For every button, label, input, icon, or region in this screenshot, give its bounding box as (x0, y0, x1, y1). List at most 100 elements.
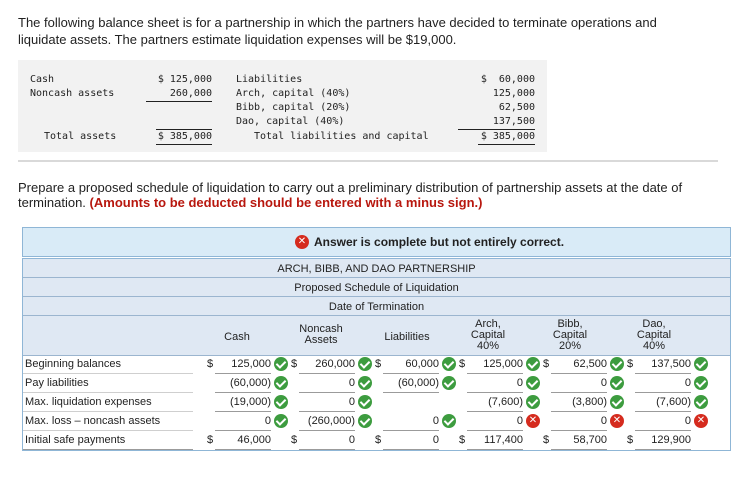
check-icon (526, 376, 540, 390)
col-liabilities: Liabilities (384, 331, 430, 343)
bibb-value-pay-liabilities: 0 (600, 377, 607, 389)
check-icon (442, 376, 456, 390)
noncash-value-pay-liabilities: 0 (348, 377, 355, 389)
cash-safe-payment: 46,000 (215, 431, 271, 450)
table-title-company: ARCH, BIBB, AND DAO PARTNERSHIP (23, 259, 730, 278)
bs-bibb-label: Bibb, capital (20%) (236, 102, 351, 113)
answer-status-text: Answer is complete but not entirely corr… (314, 235, 565, 249)
liabilities-value-safe-payment: 0 (432, 434, 439, 446)
check-icon (274, 395, 288, 409)
arch-input-max-loss[interactable]: 0 (467, 412, 523, 431)
liabilities-safe-payment: 0 (383, 431, 439, 450)
bibb-value-safe-payment: 58,700 (573, 434, 607, 446)
bibb-input-max-loss[interactable]: 0 (551, 412, 607, 431)
bs-cash-value: $ 125,000 (157, 74, 212, 85)
bs-total-lc-value: $ 385,000 (478, 129, 535, 145)
check-icon (442, 357, 456, 371)
cash-input-beginning[interactable]: 125,000 (215, 355, 271, 374)
col-bibb-line3: 20% (558, 340, 582, 352)
check-icon (274, 414, 288, 428)
bs-arch-value: 125,000 (492, 88, 535, 99)
check-icon (358, 414, 372, 428)
noncash-input-pay-liabilities[interactable]: 0 (299, 374, 355, 393)
check-icon (358, 395, 372, 409)
bs-arch-label: Arch, capital (40%) (236, 88, 351, 99)
check-icon (526, 357, 540, 371)
dao-input-liquidation-expenses[interactable]: (7,600) (635, 393, 691, 412)
liabilities-value-beginning: 60,000 (405, 358, 439, 370)
noncash-input-liquidation-expenses[interactable]: 0 (299, 393, 355, 412)
row-label-max-liquidation-expenses: Max. liquidation expenses (23, 393, 193, 412)
cash-value-pay-liabilities: (60,000) (230, 377, 271, 389)
dao-input-pay-liabilities[interactable]: 0 (635, 374, 691, 393)
arch-value-safe-payment: 117,400 (484, 434, 523, 446)
cash-value-beginning: 125,000 (231, 358, 271, 370)
error-icon: ✕ (610, 414, 624, 428)
bs-total-lc-label: Total liabilities and capital (254, 131, 429, 142)
dao-value-beginning: 137,500 (651, 358, 691, 370)
noncash-value-max-loss: (260,000) (307, 415, 355, 427)
col-noncash-line2: Assets (304, 334, 338, 346)
bs-liabilities-value: $ 60,000 (480, 74, 535, 85)
check-icon (274, 357, 288, 371)
arch-value-max-loss: 0 (516, 415, 523, 427)
table-title-company-text: ARCH, BIBB, AND DAO PARTNERSHIP (277, 263, 476, 275)
check-icon (358, 376, 372, 390)
dao-value-max-loss: 0 (684, 415, 691, 427)
liabilities-value-max-loss: 0 (432, 415, 439, 427)
arch-value-pay-liabilities: 0 (516, 377, 523, 389)
liabilities-input-beginning[interactable]: 60,000 (383, 355, 439, 374)
liabilities-input-pay-liabilities[interactable]: (60,000) (383, 374, 439, 393)
bs-dao-value: 137,500 (458, 115, 535, 130)
row-label-beginning-balances: Beginning balances (23, 355, 193, 374)
col-noncash: Noncash Assets (287, 324, 355, 346)
dollar-sign: $ (207, 358, 214, 370)
bs-dao-label: Dao, capital (40%) (236, 116, 345, 127)
error-icon: ✕ (295, 235, 309, 249)
instruction: Prepare a proposed schedule of liquidati… (18, 180, 718, 210)
dao-value-safe-payment: 129,900 (651, 434, 691, 446)
bs-liabilities-label: Liabilities (236, 74, 303, 85)
row-label-initial-safe-payments: Initial safe payments (23, 431, 193, 450)
liquidation-schedule-table: ARCH, BIBB, AND DAO PARTNERSHIP Proposed… (22, 258, 731, 451)
check-icon (610, 376, 624, 390)
bibb-value-max-loss: 0 (600, 415, 607, 427)
table-title-date-text: Date of Termination (328, 301, 425, 313)
bs-noncash-value: 260,000 (146, 87, 212, 102)
dollar-sign: $ (291, 358, 298, 370)
bibb-input-liquidation-expenses[interactable]: (3,800) (551, 393, 607, 412)
answer-status-banner: ✕ Answer is complete but not entirely co… (22, 227, 731, 257)
dollar-sign: $ (375, 434, 382, 446)
error-icon: ✕ (526, 414, 540, 428)
noncash-input-beginning[interactable]: 260,000 (299, 355, 355, 374)
dao-input-beginning[interactable]: 137,500 (635, 355, 691, 374)
noncash-input-max-loss[interactable]: (260,000) (299, 412, 355, 431)
cash-value-liquidation-expenses: (19,000) (230, 396, 271, 408)
col-dao: Dao, Capital 40% (619, 319, 689, 352)
bs-cash-label: Cash (30, 74, 55, 85)
check-icon (610, 357, 624, 371)
dollar-sign: $ (207, 434, 214, 446)
bibb-input-pay-liabilities[interactable]: 0 (551, 374, 607, 393)
check-icon (694, 357, 708, 371)
col-arch-line3: 40% (476, 340, 500, 352)
bibb-input-beginning[interactable]: 62,500 (551, 355, 607, 374)
cash-input-pay-liabilities[interactable]: (60,000) (215, 374, 271, 393)
cash-value-max-loss: 0 (264, 415, 271, 427)
dao-input-max-loss[interactable]: 0 (635, 412, 691, 431)
arch-input-beginning[interactable]: 125,000 (467, 355, 523, 374)
row-label-max-loss-noncash: Max. loss – noncash assets (23, 412, 193, 431)
noncash-value-beginning: 260,000 (315, 358, 355, 370)
cash-input-liquidation-expenses[interactable]: (19,000) (215, 393, 271, 412)
col-dao-line3: 40% (642, 340, 666, 352)
cash-input-max-loss[interactable]: 0 (215, 412, 271, 431)
arch-input-pay-liabilities[interactable]: 0 (467, 374, 523, 393)
dao-safe-payment: 129,900 (635, 431, 691, 450)
liabilities-input-max-loss[interactable]: 0 (383, 412, 439, 431)
dollar-sign: $ (543, 358, 550, 370)
noncash-value-liquidation-expenses: 0 (348, 396, 355, 408)
col-cash: Cash (224, 331, 250, 343)
arch-input-liquidation-expenses[interactable]: (7,600) (467, 393, 523, 412)
dao-value-liquidation-expenses: (7,600) (656, 396, 691, 408)
liabilities-value-pay-liabilities: (60,000) (398, 377, 439, 389)
